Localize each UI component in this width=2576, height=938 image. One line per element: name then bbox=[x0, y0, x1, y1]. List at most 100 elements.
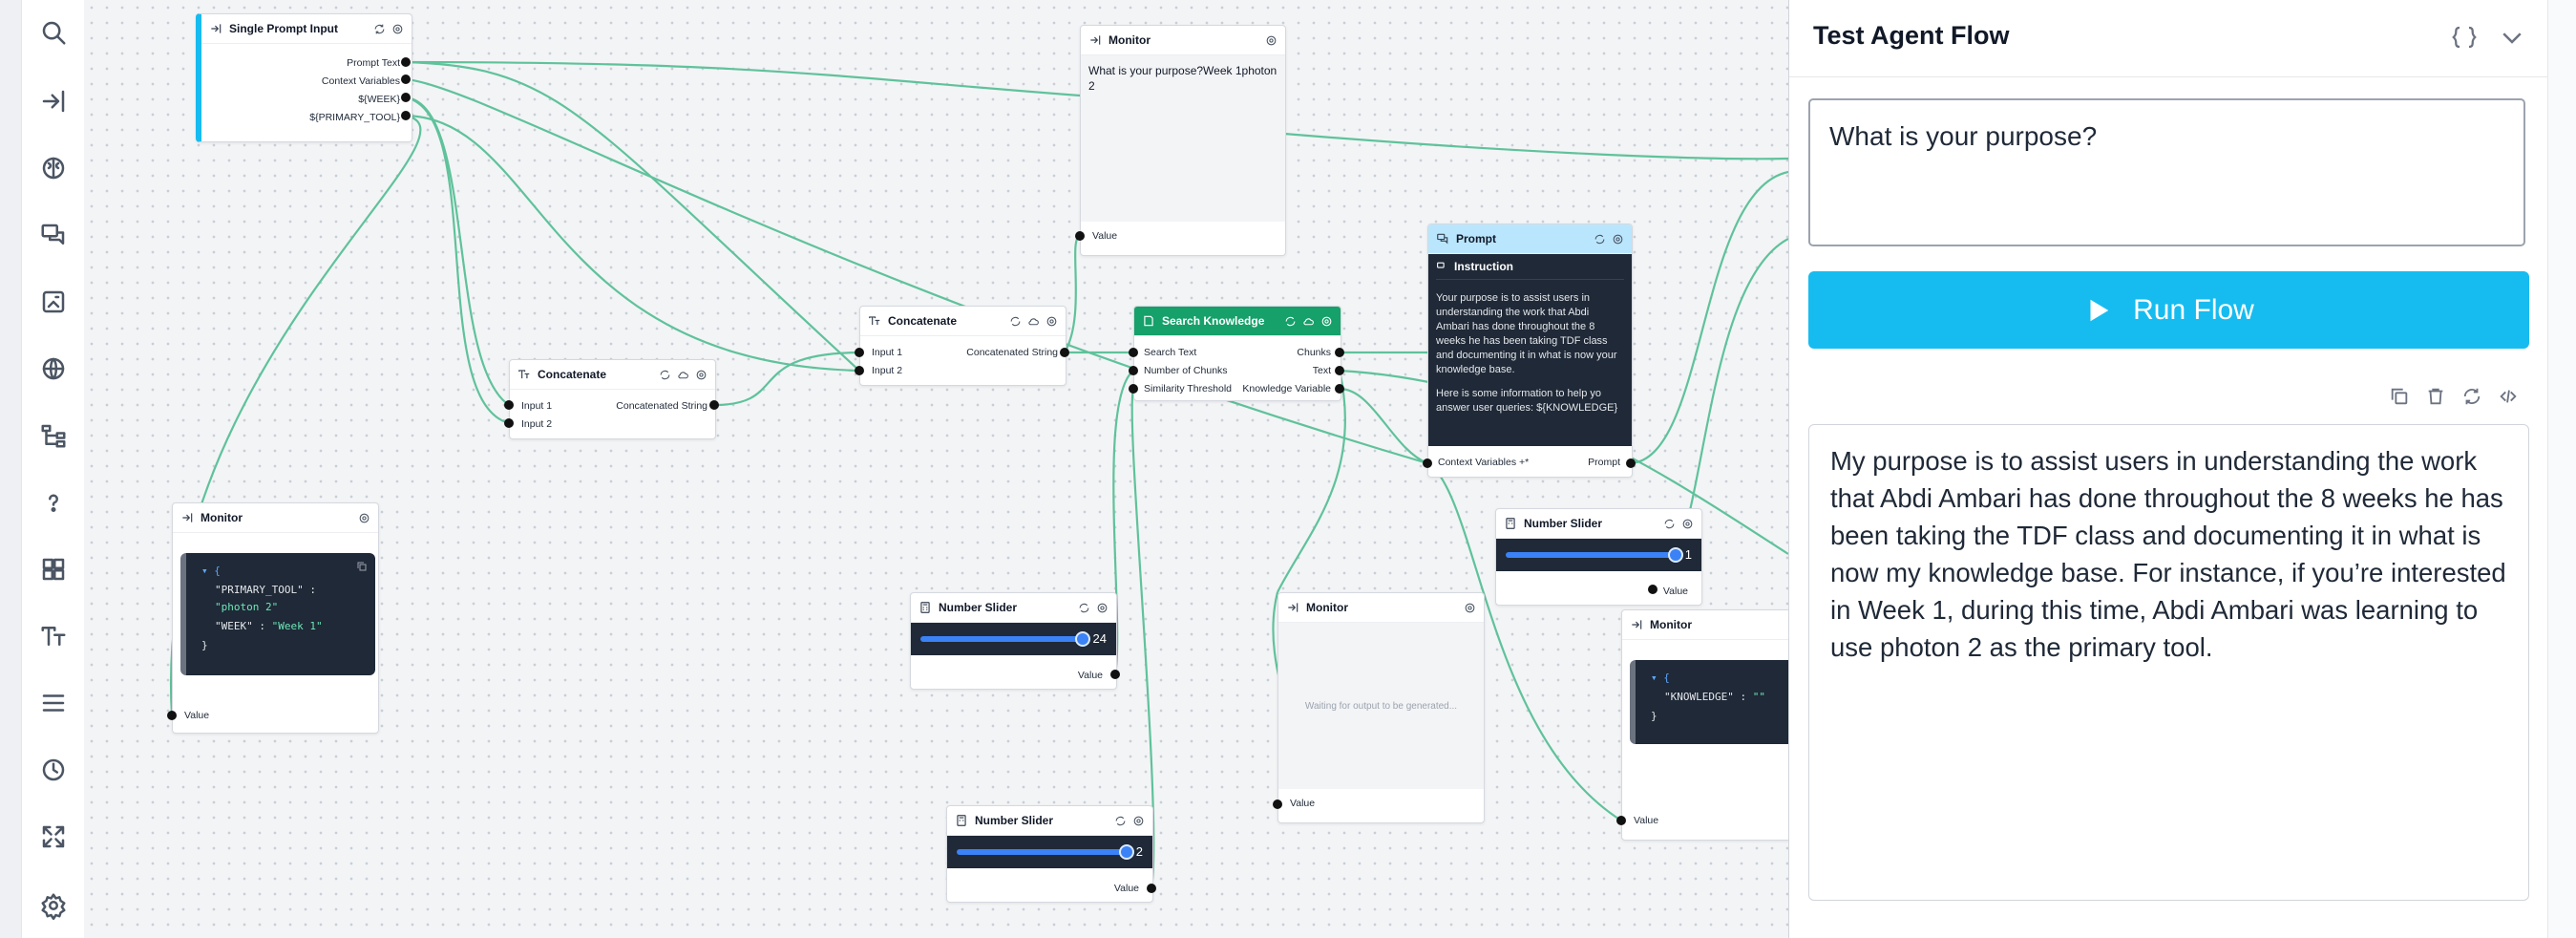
refresh-icon[interactable] bbox=[659, 369, 671, 381]
gear-icon[interactable] bbox=[1320, 315, 1333, 328]
monitor-node[interactable]: Monitor Waiting for output to be generat… bbox=[1277, 592, 1485, 823]
copy-icon[interactable] bbox=[2389, 386, 2410, 407]
json-viewer[interactable]: ▾ { "PRIMARY_TOOL" : "photon 2" "WEEK" :… bbox=[180, 553, 375, 675]
monitor-node[interactable]: Monitor ▾ { "KNOWLEDGE" : "" } Value bbox=[1621, 609, 1788, 841]
clock-icon[interactable] bbox=[22, 747, 84, 793]
cloud-icon[interactable] bbox=[1302, 315, 1315, 328]
node-title: Monitor bbox=[201, 511, 243, 524]
concatenate-node[interactable]: Concatenate Input 1 Input 2 Concatenated… bbox=[509, 359, 716, 439]
text-icon bbox=[518, 370, 530, 379]
input-port[interactable] bbox=[1129, 348, 1138, 357]
output-port[interactable] bbox=[1626, 458, 1636, 468]
output-port[interactable] bbox=[401, 57, 411, 67]
gear-icon[interactable] bbox=[358, 512, 370, 524]
section-title: Instruction bbox=[1454, 260, 1513, 273]
slider[interactable]: 2 bbox=[947, 836, 1152, 868]
refresh-icon[interactable] bbox=[1078, 602, 1090, 614]
port-label: Number of Chunks bbox=[1144, 365, 1228, 376]
search-icon[interactable] bbox=[22, 10, 84, 55]
gear-icon[interactable] bbox=[1265, 34, 1277, 47]
slider-handle[interactable] bbox=[1119, 844, 1134, 860]
run-flow-button[interactable]: Run Flow bbox=[1808, 271, 2529, 349]
monitor-node[interactable]: Monitor What is your purpose?Week 1photo… bbox=[1080, 25, 1286, 256]
code-braces-icon[interactable] bbox=[2448, 23, 2481, 52]
instruction-panel[interactable]: Instruction Your purpose is to assist us… bbox=[1428, 254, 1632, 446]
output-port[interactable] bbox=[1648, 585, 1658, 594]
input-port[interactable] bbox=[1616, 816, 1626, 825]
refresh-icon[interactable] bbox=[2461, 386, 2482, 407]
chevron-down-icon[interactable] bbox=[2498, 23, 2526, 52]
json-viewer[interactable]: ▾ { "KNOWLEDGE" : "" } bbox=[1630, 660, 1788, 744]
input-port[interactable] bbox=[504, 418, 514, 428]
number-slider-node[interactable]: Number Slider 1 Value bbox=[1495, 508, 1702, 606]
flow-canvas[interactable]: Single Prompt Input Prompt Text Context … bbox=[84, 0, 1788, 938]
single-prompt-input-node[interactable]: Single Prompt Input Prompt Text Context … bbox=[196, 13, 412, 142]
panel-title: Test Agent Flow bbox=[1813, 21, 2010, 50]
search-knowledge-node[interactable]: Search Knowledge Search Text Number of C… bbox=[1133, 306, 1341, 401]
globe-icon[interactable] bbox=[22, 346, 84, 392]
refresh-icon[interactable] bbox=[1009, 315, 1022, 328]
help-icon[interactable] bbox=[22, 480, 84, 525]
slider-value: 24 bbox=[1092, 631, 1107, 646]
input-port[interactable] bbox=[855, 348, 864, 357]
slider-handle[interactable] bbox=[1075, 631, 1090, 647]
chat-icon[interactable] bbox=[22, 212, 84, 258]
gear-icon[interactable] bbox=[391, 23, 404, 35]
list-icon[interactable] bbox=[22, 680, 84, 726]
monitor-node[interactable]: Monitor ▾ { "PRIMARY_TOOL" : "photon 2" … bbox=[172, 502, 379, 734]
refresh-icon[interactable] bbox=[373, 23, 386, 35]
text-icon[interactable] bbox=[22, 613, 84, 659]
output-area[interactable]: My purpose is to assist users in underst… bbox=[1808, 424, 2529, 901]
output-port[interactable] bbox=[1060, 348, 1069, 357]
prompt-input[interactable]: What is your purpose? bbox=[1808, 98, 2525, 246]
input-port[interactable] bbox=[1423, 458, 1432, 468]
input-port[interactable] bbox=[167, 711, 177, 720]
output-port[interactable] bbox=[1335, 366, 1344, 375]
copy-icon[interactable] bbox=[356, 561, 368, 572]
input-port[interactable] bbox=[1273, 799, 1282, 809]
number-slider-node[interactable]: Number Slider 2 Value bbox=[946, 805, 1153, 903]
number-slider-node[interactable]: Number Slider 24 Value bbox=[910, 592, 1117, 690]
gear-icon[interactable] bbox=[1096, 602, 1109, 614]
output-port[interactable] bbox=[1335, 348, 1344, 357]
refresh-icon[interactable] bbox=[1663, 518, 1676, 530]
trash-icon[interactable] bbox=[2425, 386, 2446, 407]
sidebar-expand-icon[interactable] bbox=[22, 78, 84, 124]
output-port[interactable] bbox=[401, 75, 411, 84]
settings-icon[interactable] bbox=[22, 883, 84, 928]
input-port[interactable] bbox=[1075, 231, 1085, 241]
image-icon[interactable] bbox=[22, 279, 84, 325]
input-port[interactable] bbox=[1129, 366, 1138, 375]
output-port[interactable] bbox=[709, 400, 719, 410]
gear-icon[interactable] bbox=[695, 369, 707, 381]
output-port[interactable] bbox=[1147, 884, 1156, 893]
gear-icon[interactable] bbox=[1612, 233, 1624, 245]
gear-icon[interactable] bbox=[1464, 602, 1476, 614]
flow-icon[interactable] bbox=[22, 413, 84, 458]
refresh-icon[interactable] bbox=[1284, 315, 1297, 328]
brain-icon[interactable] bbox=[22, 145, 84, 191]
output-port[interactable] bbox=[1110, 670, 1120, 679]
grid-icon[interactable] bbox=[22, 546, 84, 592]
gear-icon[interactable] bbox=[1681, 518, 1694, 530]
input-port[interactable] bbox=[504, 400, 514, 410]
output-port[interactable] bbox=[1335, 384, 1344, 394]
input-port[interactable] bbox=[855, 366, 864, 375]
refresh-icon[interactable] bbox=[1114, 815, 1127, 827]
slider[interactable]: 1 bbox=[1496, 539, 1701, 571]
cloud-icon[interactable] bbox=[1027, 315, 1040, 328]
refresh-icon[interactable] bbox=[1594, 233, 1606, 245]
fit-view-icon[interactable] bbox=[22, 814, 84, 860]
output-port[interactable] bbox=[401, 93, 411, 102]
cloud-icon[interactable] bbox=[677, 369, 689, 381]
output-port[interactable] bbox=[401, 111, 411, 120]
prompt-node[interactable]: Prompt Instruction Your purpose is to as… bbox=[1427, 224, 1633, 478]
gear-icon[interactable] bbox=[1132, 815, 1145, 827]
code-icon[interactable] bbox=[2498, 386, 2519, 407]
gear-icon[interactable] bbox=[1045, 315, 1058, 328]
input-port[interactable] bbox=[1129, 384, 1138, 394]
scrollbar[interactable] bbox=[2547, 0, 2576, 938]
slider[interactable]: 24 bbox=[911, 623, 1116, 655]
concatenate-node[interactable]: Concatenate Input 1 Input 2 Concatenated… bbox=[859, 306, 1066, 386]
slider-handle[interactable] bbox=[1668, 547, 1683, 563]
